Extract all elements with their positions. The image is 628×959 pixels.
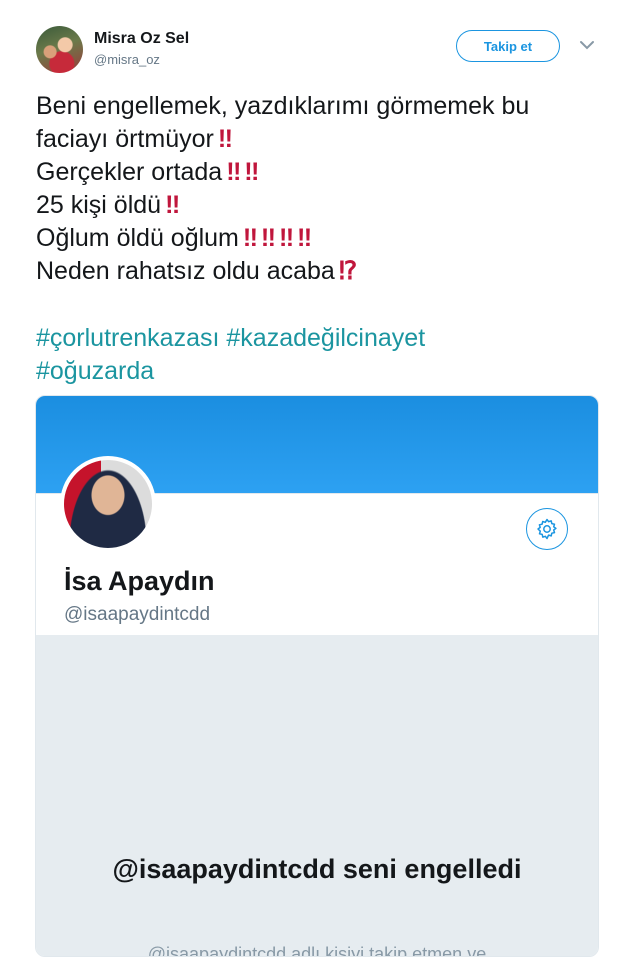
profile-name: İsa Apaydın [64, 566, 215, 596]
hashtag-link[interactable]: #oğuzarda [36, 357, 154, 385]
double-exclamation-icon: ‼ ‼ [226, 158, 259, 186]
tweet-line: faciayı örtmüyor ‼ [36, 125, 233, 153]
author-name[interactable]: Misra Oz Sel [94, 30, 189, 48]
exclamation-question-icon: ⁉ [338, 257, 357, 285]
avatar[interactable] [36, 26, 83, 73]
double-exclamation-icon: ‼ ‼ ‼ ‼ [242, 224, 312, 252]
tweet-line: Beni engellemek, yazdıklarımı görmemek b… [36, 92, 530, 120]
double-exclamation-icon: ‼ [165, 191, 180, 219]
attached-image[interactable]: İsa Apaydın @isaapaydintcdd @isaapaydint… [35, 395, 599, 957]
blocked-subtitle: @isaapaydintcdd adlı kişiyi takip etmen … [147, 944, 487, 957]
tweet-line: Oğlum öldü oğlum ‼ ‼ ‼ ‼ [36, 224, 312, 252]
follow-button[interactable]: Takip et [456, 30, 560, 62]
tweet-line: Neden rahatsız oldu acaba ⁉ [36, 257, 357, 285]
double-exclamation-icon: ‼ [217, 125, 233, 153]
blocked-notice: @isaapaydintcdd seni engelledi @isaapayd… [36, 635, 598, 956]
author-handle[interactable]: @misra_oz [94, 52, 160, 67]
profile-photo [60, 456, 156, 552]
tweet-line: Gerçekler ortada ‼ ‼ [36, 158, 259, 186]
chevron-down-icon[interactable] [578, 36, 596, 54]
tweet-line: 25 kişi öldü ‼ [36, 191, 180, 219]
hashtag-link[interactable]: #çorlutrenkazası [36, 324, 219, 352]
tweet-header: Misra Oz Sel @misra_oz Takip et [36, 26, 596, 74]
hashtag-link[interactable]: #kazadeğilcinayet [226, 324, 425, 352]
hashtags: #çorlutrenkazası #kazadeğilcinayet #oğuz… [36, 322, 606, 388]
tweet-text: Beni engellemek, yazdıklarımı görmemek b… [36, 90, 606, 288]
profile-handle: @isaapaydintcdd [64, 604, 211, 625]
gear-icon [526, 508, 568, 550]
blocked-title: @isaapaydintcdd seni engelledi [112, 854, 522, 884]
profile-info: İsa Apaydın @isaapaydintcdd [36, 456, 598, 636]
